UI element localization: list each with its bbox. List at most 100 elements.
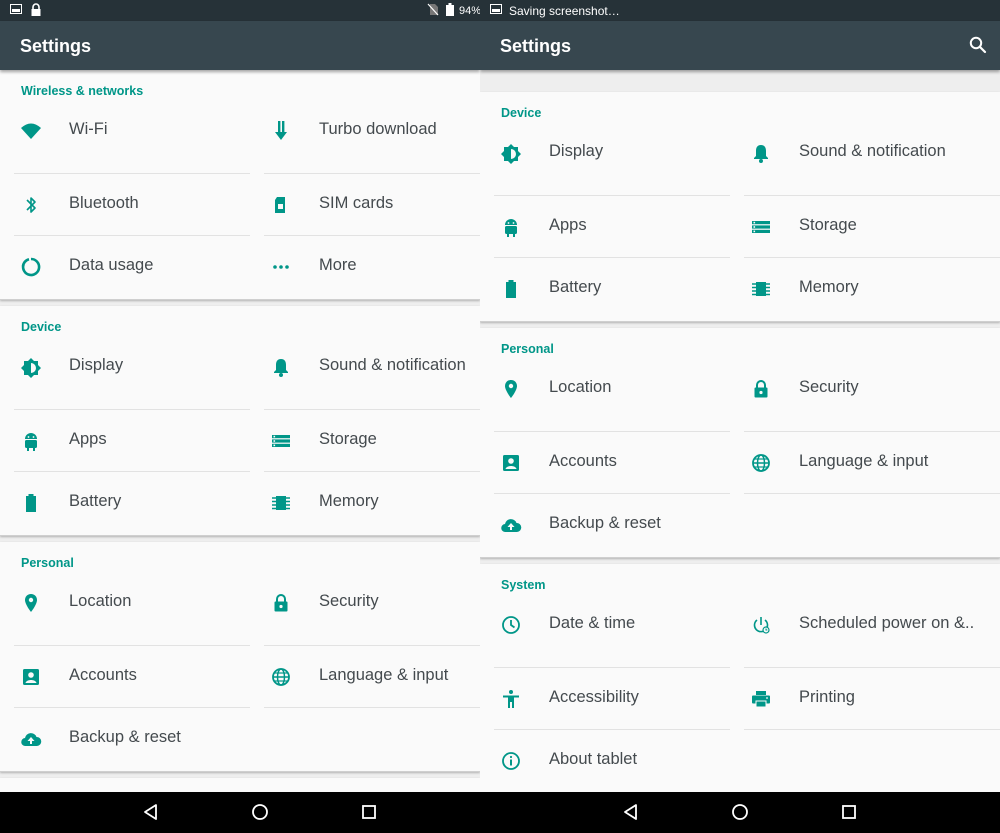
settings-item-apps[interactable]: Apps bbox=[480, 196, 730, 258]
settings-item-label: Storage bbox=[319, 430, 377, 448]
settings-item-display[interactable]: Display bbox=[0, 348, 250, 410]
settings-item-location[interactable]: Location bbox=[480, 370, 730, 432]
settings-item-scheduled-power-on-and[interactable]: Scheduled power on &.. bbox=[730, 606, 1000, 668]
settings-item-label: Accounts bbox=[549, 452, 617, 470]
settings-item-about-tablet[interactable]: About tablet bbox=[480, 730, 730, 792]
settings-item-wi-fi[interactable]: Wi-Fi bbox=[0, 112, 250, 174]
battery-percent: 94% bbox=[459, 5, 480, 17]
settings-item-memory[interactable]: Memory bbox=[730, 258, 1000, 320]
settings-item-label: Date & time bbox=[549, 614, 636, 632]
sim-card-icon bbox=[270, 194, 292, 216]
app-bar: Settings bbox=[0, 21, 480, 70]
settings-item-sound-and-notification[interactable]: Sound & notification bbox=[730, 134, 1000, 196]
section-header: Device bbox=[501, 106, 542, 120]
screenshot-notification-icon bbox=[490, 4, 502, 14]
bluetooth-icon bbox=[20, 194, 42, 216]
settings-item-turbo-download[interactable]: Turbo download bbox=[250, 112, 480, 174]
settings-item-security[interactable]: Security bbox=[730, 370, 1000, 432]
settings-item-language-and-input[interactable]: Language & input bbox=[730, 432, 1000, 494]
data-usage-icon bbox=[20, 256, 42, 278]
settings-list[interactable]: Wireless & networks Wi-Fi Turbo download Bl… bbox=[0, 70, 480, 792]
settings-item-sim-cards[interactable]: SIM cards bbox=[250, 174, 480, 236]
section-device: Device Display Sound & notification Apps Sto… bbox=[480, 92, 1000, 322]
account-box-icon bbox=[20, 666, 42, 688]
settings-item-display[interactable]: Display bbox=[480, 134, 730, 196]
settings-item-language-and-input[interactable]: Language & input bbox=[250, 646, 480, 708]
settings-item-printing[interactable]: Printing bbox=[730, 668, 1000, 730]
section-personal: Personal Location Security Accounts Language… bbox=[480, 328, 1000, 558]
settings-item-more[interactable]: More bbox=[250, 236, 480, 298]
back-nav-icon[interactable] bbox=[141, 802, 161, 822]
page-title: Settings bbox=[500, 36, 572, 56]
settings-item-apps[interactable]: Apps bbox=[0, 410, 250, 472]
back-nav-icon[interactable] bbox=[621, 802, 641, 822]
battery-icon bbox=[500, 278, 522, 300]
section-device: Device Display Sound & notification Apps Sto… bbox=[0, 306, 480, 536]
search-icon[interactable] bbox=[968, 35, 988, 55]
settings-item-label: Display bbox=[69, 356, 124, 374]
battery-status-icon bbox=[446, 3, 454, 16]
memory-chip-icon bbox=[750, 278, 772, 300]
settings-item-date-and-time[interactable]: Date & time bbox=[480, 606, 730, 668]
cloud-upload-icon bbox=[20, 728, 42, 750]
settings-item-label: Storage bbox=[799, 216, 857, 234]
settings-item-label: Battery bbox=[549, 278, 602, 296]
status-bar: 94% bbox=[0, 0, 480, 21]
settings-list[interactable]: Device Display Sound & notification Apps Sto… bbox=[480, 70, 1000, 792]
status-bar: Saving screenshot… bbox=[480, 0, 1000, 21]
settings-item-battery[interactable]: Battery bbox=[0, 472, 250, 534]
settings-item-security[interactable]: Security bbox=[250, 584, 480, 646]
settings-item-accounts[interactable]: Accounts bbox=[0, 646, 250, 708]
screenshot-notification-icon bbox=[10, 4, 22, 14]
android-icon bbox=[500, 216, 522, 238]
storage-icon bbox=[270, 430, 292, 452]
settings-item-accessibility[interactable]: Accessibility bbox=[480, 668, 730, 730]
settings-item-label: Apps bbox=[69, 430, 107, 448]
section-system: System bbox=[0, 778, 480, 792]
android-icon bbox=[20, 430, 42, 452]
settings-item-memory[interactable]: Memory bbox=[250, 472, 480, 534]
no-sim-icon bbox=[427, 3, 439, 16]
saving-screenshot-text: Saving screenshot… bbox=[509, 4, 620, 18]
settings-item-storage[interactable]: Storage bbox=[250, 410, 480, 472]
settings-item-backup-and-reset[interactable]: Backup & reset bbox=[480, 494, 730, 556]
item-divider bbox=[744, 493, 1000, 494]
settings-item-label: Language & input bbox=[319, 666, 449, 684]
section-header: Device bbox=[21, 320, 62, 334]
download-arrow-icon bbox=[270, 120, 292, 142]
globe-icon bbox=[270, 666, 292, 688]
home-nav-icon[interactable] bbox=[730, 802, 750, 822]
settings-item-sound-and-notification[interactable]: Sound & notification bbox=[250, 348, 480, 410]
lock-icon bbox=[270, 592, 292, 614]
section-wireless-and-networks: Wireless & networks Wi-Fi Turbo download Bl… bbox=[0, 70, 480, 300]
settings-item-bluetooth[interactable]: Bluetooth bbox=[0, 174, 250, 236]
settings-item-location[interactable]: Location bbox=[0, 584, 250, 646]
settings-item-backup-and-reset[interactable]: Backup & reset bbox=[0, 708, 250, 770]
settings-item-accounts[interactable]: Accounts bbox=[480, 432, 730, 494]
section-header: System bbox=[0, 778, 480, 792]
settings-item-label: Bluetooth bbox=[69, 194, 139, 212]
settings-item-label: Wi-Fi bbox=[69, 120, 108, 138]
lock-icon bbox=[750, 378, 772, 400]
home-nav-icon[interactable] bbox=[250, 802, 270, 822]
settings-item-data-usage[interactable]: Data usage bbox=[0, 236, 250, 298]
battery-icon bbox=[20, 492, 42, 514]
clock-icon bbox=[500, 614, 522, 636]
settings-item-label: Printing bbox=[799, 688, 855, 706]
recents-nav-icon[interactable] bbox=[359, 802, 379, 822]
item-divider bbox=[264, 707, 480, 708]
scheduled-power-icon bbox=[750, 614, 772, 636]
lock-notification-icon bbox=[30, 3, 42, 16]
settings-item-battery[interactable]: Battery bbox=[480, 258, 730, 320]
right-settings-screen: Saving screenshot… Settings Device Displa… bbox=[480, 0, 1000, 833]
settings-item-label: Location bbox=[69, 592, 132, 610]
settings-item-label: Security bbox=[319, 592, 379, 610]
bell-icon bbox=[270, 356, 292, 378]
storage-icon bbox=[750, 216, 772, 238]
settings-item-label: Backup & reset bbox=[69, 728, 181, 746]
section-header: Wireless & networks bbox=[21, 84, 144, 98]
section-personal: Personal Location Security Accounts Language… bbox=[0, 542, 480, 772]
settings-item-label: Backup & reset bbox=[549, 514, 661, 532]
recents-nav-icon[interactable] bbox=[839, 802, 859, 822]
settings-item-storage[interactable]: Storage bbox=[730, 196, 1000, 258]
